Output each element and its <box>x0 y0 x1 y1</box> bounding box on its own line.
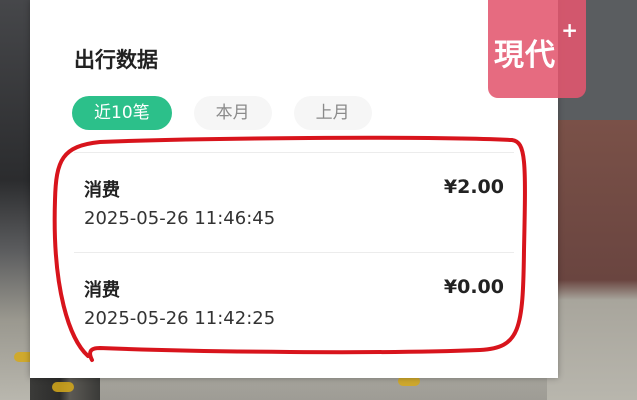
watermark-logo: 現代 + <box>488 0 586 98</box>
watermark-plus: + <box>561 18 578 42</box>
watermark-text: 現代 <box>494 38 556 73</box>
